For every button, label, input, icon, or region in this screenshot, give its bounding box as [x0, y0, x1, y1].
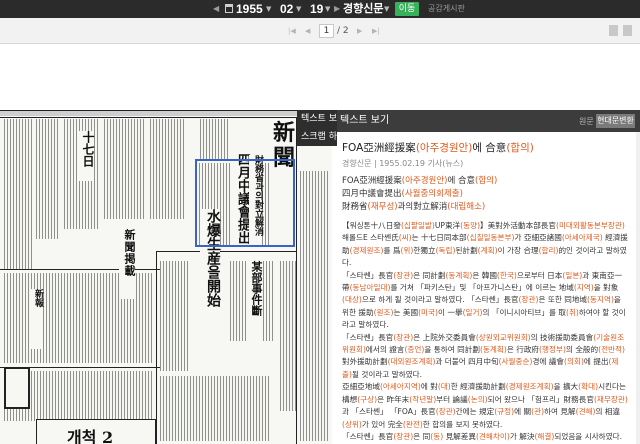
selected-article-highlight[interactable]: [195, 159, 295, 247]
article-title-text: FOA亞洲經援案: [342, 142, 416, 154]
date-navigation-bar: ◀ 1955 ▼ 02 ▼ 19 ▼ ▶ 경향신문 ▼ 이동 공감게시판: [0, 0, 640, 18]
article-headlines: FOA亞洲經援案(아주경원안)에 合意(합의) 四月中議會提出(사월중의회제출)…: [342, 175, 632, 214]
text-column: [160, 376, 270, 441]
panel-scrollbar[interactable]: [636, 132, 640, 444]
prev-page-icon[interactable]: ◀: [305, 18, 310, 44]
scrap-menu-item[interactable]: 스크랩 하기: [297, 128, 337, 146]
day-dropdown-icon[interactable]: ▼: [325, 0, 330, 18]
article-title: FOA亞洲經援案(아주경원안)에 合意(합의): [342, 140, 632, 155]
headline-4: 新報: [30, 289, 43, 349]
panel-title: 텍스트 보기: [340, 115, 390, 126]
column-rule: [156, 251, 296, 252]
newspaper-page-image[interactable]: 十七日 新聞掲載 四月中議會提出 財務省과의對立解消 水爆生産을開始 某部事件斷…: [0, 110, 332, 444]
article-title-text: 에 合意: [472, 142, 507, 154]
text-column: [150, 119, 186, 219]
original-text-button[interactable]: 원문: [579, 115, 594, 128]
prev-date-arrow-icon[interactable]: ◀: [213, 0, 219, 18]
calendar-icon[interactable]: [225, 4, 233, 13]
view-text-menu-item[interactable]: 텍스트 보기: [297, 110, 337, 128]
next-page-icon[interactable]: ▶: [357, 18, 362, 44]
text-column: [4, 119, 32, 269]
headline-text: 新聞掲載: [119, 229, 136, 299]
modern-convert-button[interactable]: 현대문변환: [596, 114, 635, 128]
month-dropdown-icon[interactable]: ▼: [296, 0, 301, 18]
newspaper-select[interactable]: 경향신문: [343, 0, 383, 18]
body-paragraph: 亞細亞地域(아세아지역)에 對(대)한 經濟援助計劃(경제원조계획)을 擴大(확…: [342, 382, 628, 429]
text-view-panel: 텍스트 보기 원문 현대문변환 FOA亞洲經援案(아주경원안)에 合意(합의) …: [332, 110, 640, 444]
text-column: [300, 171, 330, 441]
headline-text: 과의對立解消: [397, 202, 448, 212]
go-button[interactable]: 이동: [395, 2, 419, 16]
ad-block: [4, 367, 30, 409]
article-title-reading: (아주경원안): [415, 142, 473, 154]
text-column: [160, 261, 190, 371]
column-rule: [0, 269, 160, 270]
text-column: [280, 261, 296, 411]
column-rule: [0, 117, 332, 118]
headline-reading: (아주경원안): [401, 176, 448, 186]
column-rule: [296, 117, 297, 444]
article-body: 【워싱톤十八日發(십팔일발)UP東洋(동양)】美對外活動本部長官(미대외활동본부…: [342, 220, 628, 443]
board-link[interactable]: 공감게시판: [428, 0, 465, 18]
newspaper-dropdown-icon[interactable]: ▼: [384, 0, 389, 18]
last-page-icon[interactable]: ▶|: [372, 18, 380, 44]
body-paragraph: 「스타쎈」長官(장관)은 同計劃(동계획)은 韓國(한국)으로부터 日本(일본)…: [342, 270, 626, 330]
article-title-reading: (합의): [506, 142, 534, 154]
year-dropdown-icon[interactable]: ▼: [266, 0, 271, 18]
headline-text: 에 合意: [447, 176, 476, 186]
download-icon[interactable]: [623, 25, 632, 36]
text-view-header: 텍스트 보기 원문 현대문변환: [332, 110, 640, 132]
headline-text: 十七日: [78, 131, 95, 181]
body-paragraph: 【워싱톤十八日發(십팔일발)UP東洋(동양)】美對外活動本部長官(미대외활동본부…: [342, 221, 628, 268]
headline-reading: (합의): [475, 176, 498, 186]
page-number-input[interactable]: 1: [319, 24, 334, 38]
article-meta: 경향신문 | 1955.02.19 기사(뉴스): [342, 159, 464, 168]
headline-reading: (사월중의회제출): [401, 189, 463, 199]
text-column: [104, 119, 144, 219]
ad-block: 개척 2: [36, 419, 156, 444]
text-column: [200, 119, 230, 159]
headline-line: 財務省(재무성)과의對立解消(대립해소): [342, 201, 632, 214]
article-context-menu: 텍스트 보기 스크랩 하기: [297, 110, 337, 146]
headline-text: 財務省: [342, 202, 368, 212]
next-date-arrow-icon[interactable]: ▶: [334, 0, 340, 18]
headline-text: 四月中議會提出: [342, 189, 402, 199]
page-navigation-bar: |◀ ◀ 1 / 2 ▶ ▶|: [0, 18, 640, 44]
first-page-icon[interactable]: |◀: [288, 18, 296, 44]
headline-line: FOA亞洲經援案(아주경원안)에 合意(합의): [342, 175, 632, 188]
headline-reading: (대립해소): [447, 202, 486, 212]
page-total: / 2: [337, 26, 349, 36]
headline-text: FOA亞洲經援案: [342, 176, 402, 186]
headline-3: 某部事件斷: [248, 261, 263, 341]
body-paragraph: 「스타쎈」長官(장관)은 上院外交委員會(상원외교위원회)의 技術援助委員會(기…: [342, 332, 625, 379]
text-column: [36, 119, 60, 239]
ad-text: 개척 2: [67, 428, 114, 444]
zoom-icon[interactable]: [609, 25, 618, 36]
headline-line: 四月中議會提出(사월중의회제출): [342, 188, 632, 201]
page-header-strip: [0, 111, 332, 116]
month-value[interactable]: 02: [280, 0, 293, 18]
column-rule: [156, 251, 157, 444]
year-value[interactable]: 1955: [236, 0, 263, 18]
headline-reading: (재무성): [367, 202, 398, 212]
day-value[interactable]: 19: [310, 0, 323, 18]
body-paragraph: 「스타쎈」長官(장관)은 同(동) 見解差異(견해차이)가 解決(해결)되었음을…: [342, 431, 623, 441]
